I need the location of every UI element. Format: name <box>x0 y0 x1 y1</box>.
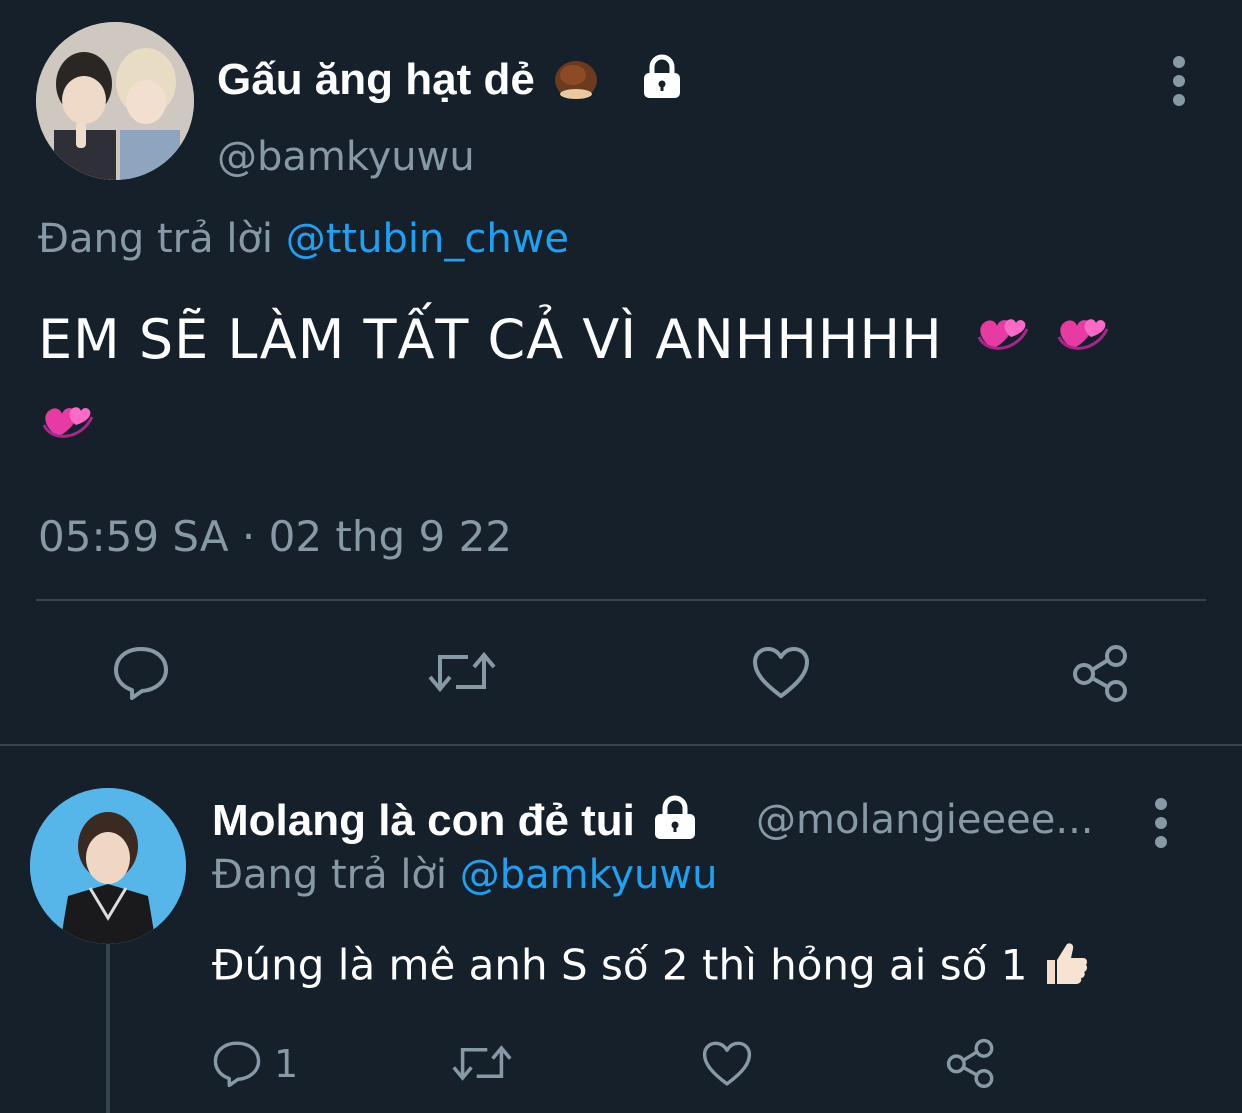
mention-link[interactable]: @bamkyuwu <box>460 852 718 898</box>
reply-button[interactable] <box>112 643 170 701</box>
heart-swirl-icon <box>973 301 1031 385</box>
retweet-icon <box>428 651 496 693</box>
like-button[interactable] <box>752 646 810 700</box>
display-name[interactable]: Gấu ăng hạt dẻ <box>217 52 685 113</box>
tweet-text: EM SẼ LÀM TẤT CẢ VÌ ANHHHHH <box>38 298 1198 473</box>
heart-swirl-icon <box>38 389 96 473</box>
reply-icon <box>114 647 168 700</box>
display-name[interactable]: Molang là con đẻ tui <box>212 795 701 852</box>
share-button[interactable] <box>1072 644 1130 702</box>
retweet-icon <box>452 1045 512 1081</box>
thread-line <box>106 944 110 1113</box>
handle[interactable]: @molangieeee... <box>756 797 1094 843</box>
avatar[interactable] <box>30 788 186 944</box>
avatar[interactable] <box>36 22 194 180</box>
retweet-button[interactable] <box>428 647 496 697</box>
heart-swirl-icon <box>1053 301 1111 385</box>
timestamp[interactable]: 05:59 SA · 02 thg 9 22 <box>38 512 512 561</box>
lock-icon <box>649 795 701 852</box>
lock-icon <box>639 54 685 111</box>
like-icon <box>702 1041 752 1086</box>
chestnut-icon <box>551 52 601 113</box>
like-icon <box>753 647 809 698</box>
divider <box>36 599 1206 601</box>
thumbs-up-icon <box>1041 938 1091 998</box>
tweet-text: Đúng là mê anh S số 2 thì hỏng ai số 1 <box>212 938 1091 998</box>
replying-to: Đang trả lời @ttubin_chwe <box>38 216 569 262</box>
reply-count: 1 <box>274 1042 299 1086</box>
like-button[interactable] <box>702 1040 752 1088</box>
share-button[interactable] <box>946 1038 996 1088</box>
reply-icon <box>213 1041 261 1088</box>
more-options-icon[interactable] <box>1154 798 1168 855</box>
replying-to: Đang trả lời @bamkyuwu <box>212 852 718 898</box>
divider <box>0 744 1242 746</box>
handle[interactable]: @bamkyuwu <box>217 134 475 180</box>
share-icon <box>946 1038 994 1088</box>
share-icon <box>1073 645 1127 702</box>
reply-button[interactable] <box>212 1038 262 1088</box>
more-options-icon[interactable] <box>1172 56 1186 113</box>
mention-link[interactable]: @ttubin_chwe <box>286 216 569 262</box>
retweet-button[interactable] <box>452 1040 512 1086</box>
